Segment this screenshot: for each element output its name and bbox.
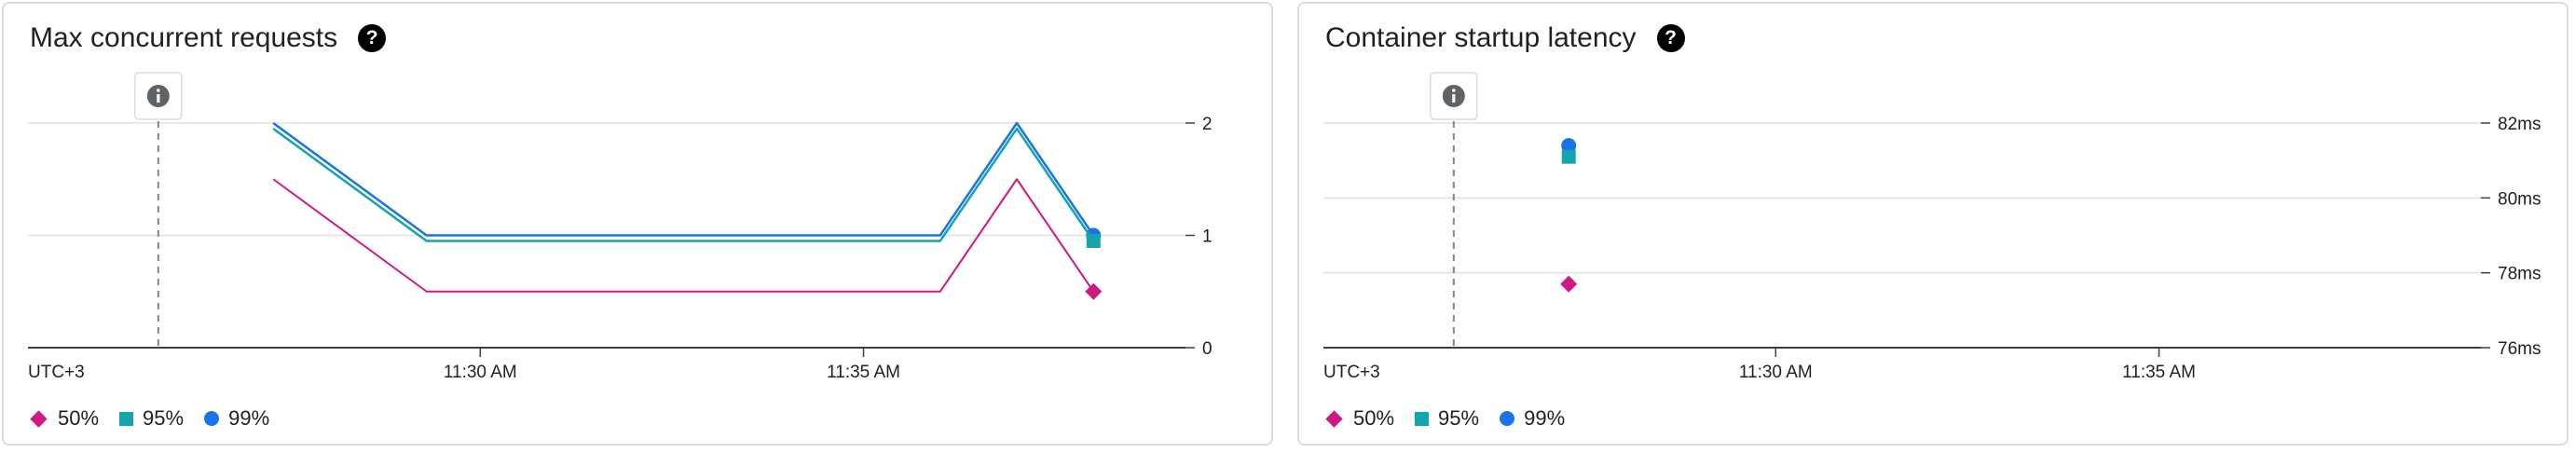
square-icon [1415,411,1430,426]
legend-item-95[interactable]: 95% [119,406,184,431]
info-icon-stem [157,94,160,103]
legend-label: 50% [58,406,100,430]
diamond-icon [30,409,48,428]
info-icon-dot [157,89,160,92]
info-icon-stem [1452,94,1456,103]
y-tick-label: 82ms [2498,115,2541,134]
y-tick-label: 2 [1202,115,1213,134]
chart-panel-max-concurrent-requests: Max concurrent requests ? 0 1 2 11:30 AM 11:… [2,2,1273,446]
legend-item-99[interactable]: 99% [204,406,269,431]
y-tick-label: 80ms [2498,189,2541,209]
diamond-icon [1325,409,1343,428]
x-tick-label: 11:30 AM [1739,363,1813,382]
y-tick-label: 1 [1202,227,1213,247]
timezone-label: UTC+3 [28,363,85,382]
legend-label: 99% [1524,406,1566,430]
legend-item-95[interactable]: 95% [1415,406,1479,431]
x-tick-label: 11:35 AM [827,363,900,382]
data-point-95 [1561,149,1576,164]
legend-label: 95% [1438,406,1480,430]
chart-container-startup-latency: 76ms 78ms 80ms 82ms 11:30 AM 11:35 AM UTC+3 [1323,72,2541,382]
legend-item-99[interactable]: 99% [1500,406,1565,431]
info-icon-dot [1452,89,1456,92]
data-point-50 [1560,275,1578,293]
info-icon[interactable] [1442,85,1465,107]
circle-icon [204,411,220,426]
chart-legend: 50% 95% 99% [1325,406,1585,431]
y-tick-label: 78ms [2498,265,2541,284]
legend-item-50[interactable]: 50% [1325,406,1394,431]
circle-icon [1500,411,1515,426]
legend-item-50[interactable]: 50% [30,406,99,431]
x-tick-label: 11:30 AM [444,363,517,382]
legend-label: 95% [143,406,185,430]
x-tick-label: 11:35 AM [2122,363,2196,382]
info-icon[interactable] [146,85,170,107]
data-point-95 [1086,234,1101,249]
timezone-label: UTC+3 [1323,363,1380,382]
y-tick-label: 76ms [2498,339,2541,359]
legend-label: 99% [228,406,270,430]
chart-max-concurrent-requests: 0 1 2 11:30 AM 11:35 AM UTC+3 [28,72,1213,382]
legend-label: 50% [1353,406,1395,430]
chart-legend: 50% 95% 99% [30,406,290,431]
series-line-95 [272,127,1095,242]
square-icon [119,411,134,426]
chart-panel-container-startup-latency: Container startup latency ? 76ms 78ms 80ms… [1297,2,2569,446]
data-point-50 [1085,282,1103,300]
y-tick-label: 0 [1202,339,1213,359]
